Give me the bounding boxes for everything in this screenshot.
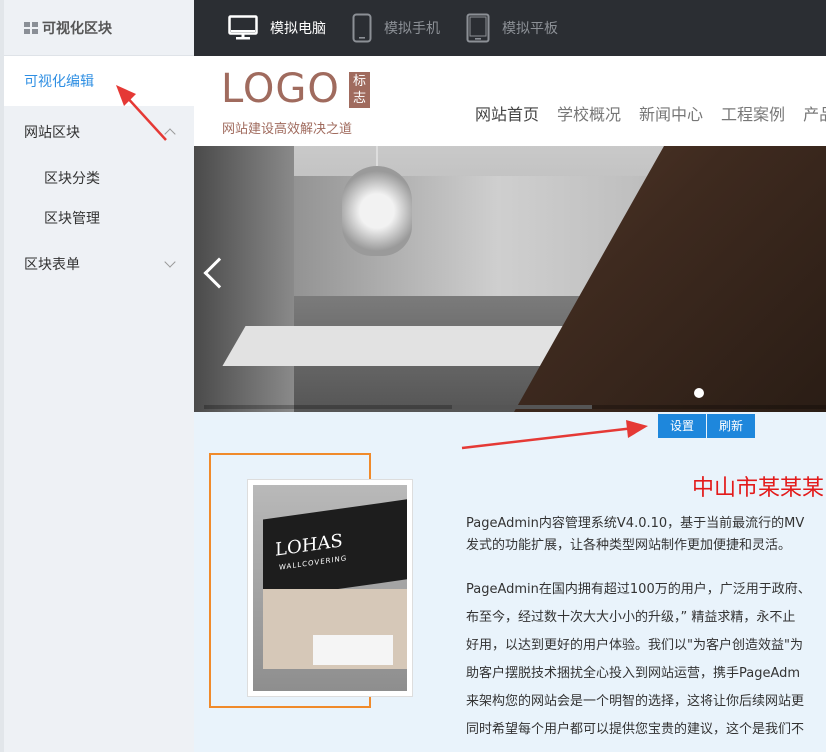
sidebar-item-label: 网站区块 <box>24 125 80 141</box>
tablet-icon <box>466 13 490 43</box>
content-paragraph: 同时希望每个用户都可以提供您宝贵的建议，这个是我们不 <box>466 722 805 737</box>
monitor-icon <box>228 15 258 40</box>
banner-lamp-cord <box>376 146 378 168</box>
annotation-arrow-icon <box>116 85 167 141</box>
site-logo[interactable]: LOGO <box>221 66 340 112</box>
device-tablet-button[interactable]: 模拟平板 <box>466 13 558 43</box>
banner-chandelier <box>342 166 412 256</box>
device-toolbar: 模拟电脑 模拟手机 模拟平板 <box>194 0 826 56</box>
device-phone-button[interactable]: 模拟手机 <box>352 13 440 43</box>
nav-item-about[interactable]: 学校概况 <box>557 101 621 125</box>
booth-desk <box>313 635 393 665</box>
chevron-down-icon <box>164 256 176 268</box>
block-toolbar: 设置 刷新 <box>658 414 756 438</box>
sidebar-item-block-forms[interactable]: 区块表单 <box>4 238 194 290</box>
banner-slider <box>194 146 826 412</box>
slider-progress <box>204 405 826 409</box>
nav-item-cases[interactable]: 工程案例 <box>721 101 785 125</box>
site-slogan: 网站建设高效解决之道 <box>222 122 353 137</box>
content-paragraph: 发式的功能扩展，让各种类型网站制作更加便捷和灵活。 <box>466 538 792 553</box>
content-paragraph: 助客户摆脱技术捆扰全心投入到网站运营，携手PageAdm <box>466 666 801 681</box>
slider-dot[interactable] <box>694 388 704 398</box>
sidebar-title: 可视化区块 <box>4 0 194 56</box>
nav-item-home[interactable]: 网站首页 <box>475 101 539 125</box>
content-paragraph: PageAdmin在国内拥有超过100万的用户，广泛用于政府、 <box>466 582 811 597</box>
content-paragraph: 布至今，经过数十次大大小小的升级，” 精益求精，永不止 <box>466 610 796 625</box>
nav-item-news[interactable]: 新闻中心 <box>639 101 703 125</box>
device-label: 模拟手机 <box>384 21 440 37</box>
content-title: 中山市某某某 <box>692 476 825 501</box>
content-block: 设置 刷新 LOHAS WALLCOVERING 中山市某某某 PageAdmi… <box>194 412 826 752</box>
device-label: 模拟平板 <box>502 21 558 37</box>
device-desktop-button[interactable]: 模拟电脑 <box>228 15 326 41</box>
refresh-button[interactable]: 刷新 <box>707 414 756 438</box>
device-label: 模拟电脑 <box>270 21 326 37</box>
sidebar-subitem-block-manage[interactable]: 区块管理 <box>4 198 194 238</box>
sidebar-item-label: 区块表单 <box>24 257 80 273</box>
annotation-arrow-icon <box>461 420 648 450</box>
logo-badge: 标志 <box>349 72 370 108</box>
sidebar-title-text: 可视化区块 <box>42 20 112 37</box>
product-photo: LOHAS WALLCOVERING <box>247 479 413 697</box>
content-paragraph: 好用，以达到更好的用户体验。我们以"为客户创造效益"为 <box>466 638 803 653</box>
content-paragraph: 来架构您的网站会是一个明智的选择，这将让你后续网站更 <box>466 694 805 709</box>
site-header: LOGO 标志 网站建设高效解决之道 网站首页 学校概况 新闻中心 工程案例 产… <box>194 56 826 146</box>
nav-item-products[interactable]: 产品 <box>803 101 826 125</box>
sidebar-subitem-block-category[interactable]: 区块分类 <box>4 158 194 198</box>
photo-inner: LOHAS WALLCOVERING <box>253 485 407 691</box>
content-paragraph: PageAdmin内容管理系统V4.0.10，基于当前最流行的MV <box>466 516 805 531</box>
grid-icon <box>24 21 38 34</box>
settings-button[interactable]: 设置 <box>658 414 707 438</box>
phone-icon <box>352 13 372 43</box>
site-nav: 网站首页 学校概况 新闻中心 工程案例 产品 <box>475 101 826 125</box>
